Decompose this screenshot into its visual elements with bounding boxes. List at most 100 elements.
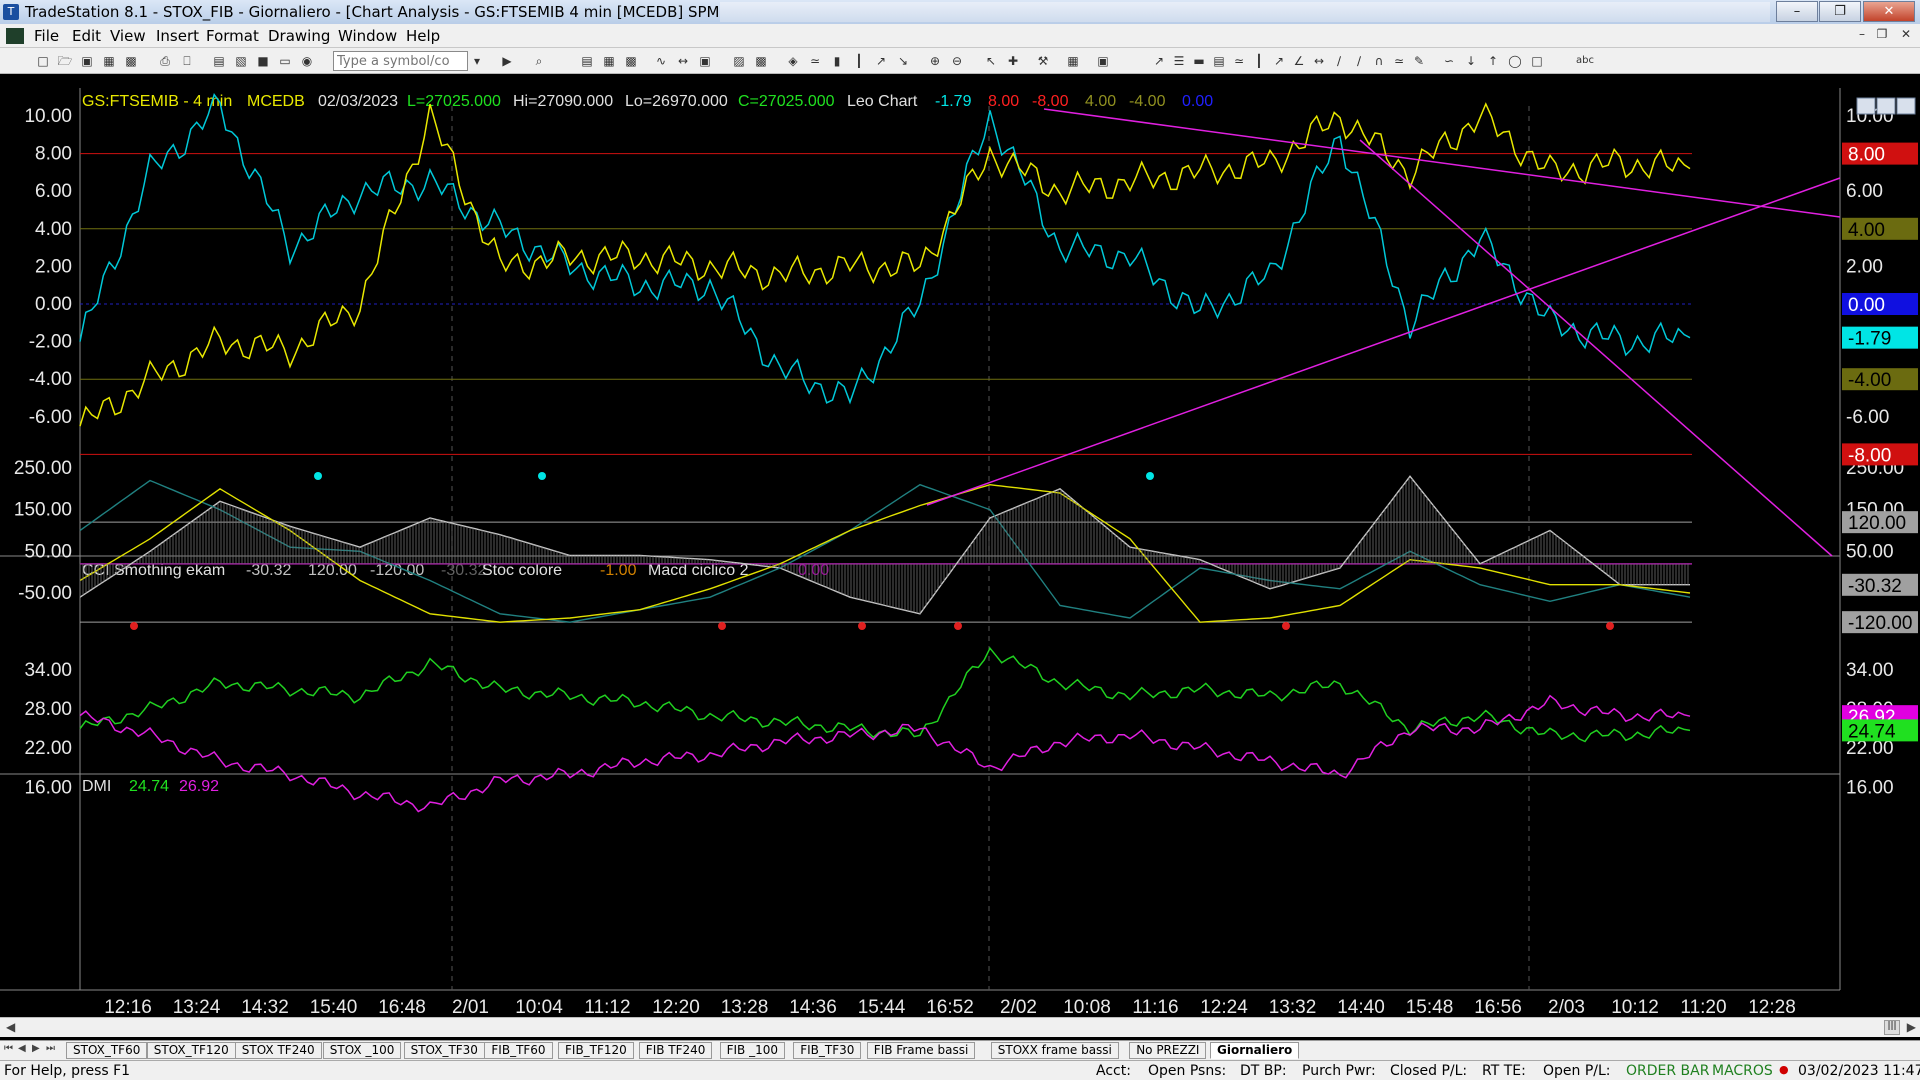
new-workspace-icon[interactable]: ▣ — [78, 52, 96, 70]
copy-icon[interactable]: ▭ — [276, 52, 294, 70]
line-icon[interactable]: ↗ — [872, 52, 890, 70]
up-arrow-icon[interactable]: ↑ — [1484, 52, 1502, 70]
indicator-icon[interactable]: ↔ — [674, 52, 692, 70]
horizontal-scrollbar[interactable]: ◀ ||| ▶ — [0, 1017, 1920, 1037]
parallel-icon[interactable]: ∕ — [1330, 52, 1348, 70]
insert-chart-icon[interactable]: ▨ — [730, 52, 748, 70]
bar-interval-icon[interactable]: ▤ — [578, 52, 596, 70]
workspace-tab[interactable]: STOX _100 — [322, 1042, 402, 1059]
symbol-input[interactable] — [333, 51, 468, 71]
arrows-icon[interactable]: ↘ — [894, 52, 912, 70]
pen-icon[interactable]: ✎ — [1410, 52, 1428, 70]
tab-prev-icon[interactable]: ◀ — [18, 1043, 26, 1054]
open-icon[interactable]: 🗁 — [56, 52, 74, 70]
scroll-left-icon[interactable]: ◀ — [6, 1020, 15, 1034]
workspace-tab[interactable]: STOXX frame bassi — [990, 1042, 1119, 1059]
menu-window[interactable]: Window — [338, 27, 397, 45]
print-icon[interactable]: ⎙ — [156, 52, 174, 70]
menu-insert[interactable]: Insert — [156, 27, 199, 45]
workspace-tab[interactable]: FIB_TF60 — [484, 1042, 553, 1059]
format-icon[interactable]: ▦ — [1064, 52, 1082, 70]
symbol-dropdown-icon[interactable]: ▾ — [468, 52, 486, 70]
ellipse-icon[interactable]: ◯ — [1506, 52, 1524, 70]
menu-drawing[interactable]: Drawing — [268, 27, 330, 45]
close-button[interactable]: ✕ — [1863, 1, 1915, 22]
data-window-icon[interactable]: ▩ — [622, 52, 640, 70]
pointer-icon[interactable]: ↖ — [982, 52, 1000, 70]
menu-help[interactable]: Help — [406, 27, 440, 45]
workspace-tab[interactable]: STOX_TF120 — [146, 1042, 236, 1059]
panel-minimize-button[interactable] — [1856, 97, 1876, 115]
fan-icon[interactable]: ≃ — [1390, 52, 1408, 70]
menu-format[interactable]: Format — [206, 27, 259, 45]
text-tool-icon[interactable]: abc — [1570, 52, 1600, 70]
color-icon[interactable]: ◉ — [298, 52, 316, 70]
mdi-restore-icon[interactable]: ❐ — [1872, 27, 1892, 45]
print-preview-icon[interactable]: ⎕ — [178, 52, 196, 70]
workspace-tab[interactable]: STOX_TF60 — [66, 1042, 148, 1059]
candle-icon[interactable]: ▮ — [828, 52, 846, 70]
save-icon[interactable]: ▩ — [122, 52, 140, 70]
tab-first-icon[interactable]: ⏮ — [4, 1043, 13, 1054]
horizontal-lines-icon[interactable]: ☰ — [1170, 52, 1188, 70]
order-bar-button[interactable]: ORDER BAR — [1626, 1063, 1709, 1079]
cascade-icon[interactable]: ▧ — [232, 52, 250, 70]
gann-icon[interactable]: ∠ — [1290, 52, 1308, 70]
menu-file[interactable]: File — [34, 27, 59, 45]
analysis-icon[interactable]: ◈ — [784, 52, 802, 70]
window-icon[interactable]: ▤ — [210, 52, 228, 70]
macros-button[interactable]: MACROS — [1712, 1063, 1773, 1079]
hline-stack-icon[interactable]: ▤ — [1210, 52, 1228, 70]
workspace-tab[interactable]: FIB _100 — [719, 1042, 785, 1059]
bar-chart-icon[interactable]: ┃ — [850, 52, 868, 70]
workspace-tab[interactable]: FIB Frame bassi — [866, 1042, 976, 1059]
channel-icon[interactable]: ↔ — [1310, 52, 1328, 70]
strategy-icon[interactable]: ▣ — [696, 52, 714, 70]
lock-icon[interactable]: ■ — [254, 52, 272, 70]
new-icon[interactable]: □ — [34, 52, 52, 70]
maximize-button[interactable]: ❐ — [1819, 1, 1861, 22]
tab-next-icon[interactable]: ▶ — [32, 1043, 40, 1054]
speed-icon[interactable]: ∕ — [1350, 52, 1368, 70]
workspace-tab[interactable]: FIB TF240 — [638, 1042, 713, 1059]
workspace-tab[interactable]: Giornaliero — [1210, 1042, 1300, 1059]
menu-view[interactable]: View — [110, 27, 146, 45]
scroll-thumb[interactable]: ||| — [1884, 1020, 1900, 1035]
scroll-right-icon[interactable]: ▶ — [1907, 1020, 1916, 1034]
workspace-tab[interactable]: No PREZZI — [1129, 1042, 1207, 1059]
tab-last-icon[interactable]: ⏭ — [46, 1043, 55, 1054]
workspace-tab[interactable]: STOX_TF30 — [403, 1042, 485, 1059]
down-arrow-icon[interactable]: ↓ — [1462, 52, 1480, 70]
freehand-icon[interactable]: ∽ — [1440, 52, 1458, 70]
chart-style-icon[interactable]: ∿ — [652, 52, 670, 70]
andrews-icon[interactable]: ↗ — [1270, 52, 1288, 70]
open-workspace-icon[interactable]: ▦ — [100, 52, 118, 70]
workspace-tab[interactable]: STOX TF240 — [234, 1042, 322, 1059]
play-icon[interactable]: ▶ — [498, 52, 516, 70]
options-icon[interactable]: ▣ — [1094, 52, 1112, 70]
panel-close-button[interactable] — [1896, 97, 1916, 115]
workspace-tab[interactable]: FIB_TF120 — [558, 1042, 634, 1059]
insert-page-icon[interactable]: ▩ — [752, 52, 770, 70]
rectangle-icon[interactable]: □ — [1528, 52, 1546, 70]
trendline-icon[interactable]: ↗ — [1150, 52, 1168, 70]
minimize-button[interactable]: – — [1776, 1, 1818, 22]
zoom-in-icon[interactable]: ⊕ — [926, 52, 944, 70]
scan-icon[interactable]: ≃ — [806, 52, 824, 70]
panel-restore-button[interactable] — [1876, 97, 1896, 115]
chart-window-icon[interactable] — [6, 28, 24, 44]
mdi-close-icon[interactable]: ✕ — [1896, 27, 1916, 45]
hline-icon[interactable]: ▬ — [1190, 52, 1208, 70]
chart-canvas[interactable]: GS:FTSEMIB - 4 min MCEDB 02/03/2023 L=27… — [0, 88, 1920, 1023]
crosshair-icon[interactable]: ✚ — [1004, 52, 1022, 70]
chart-area[interactable]: GS:FTSEMIB - 4 min MCEDB 02/03/2023 L=27… — [0, 88, 1920, 1023]
vline-icon[interactable]: ┃ — [1250, 52, 1268, 70]
zoom-out-icon[interactable]: ⊖ — [948, 52, 966, 70]
symbol-lookup-icon[interactable]: ⌕ — [530, 52, 548, 70]
fib-icon[interactable]: ≃ — [1230, 52, 1248, 70]
arc-icon[interactable]: ∩ — [1370, 52, 1388, 70]
menu-edit[interactable]: Edit — [72, 27, 101, 45]
hammer-icon[interactable]: ⚒ — [1034, 52, 1052, 70]
mdi-minimize-icon[interactable]: – — [1852, 27, 1872, 45]
interval-icon[interactable]: ▦ — [600, 52, 618, 70]
